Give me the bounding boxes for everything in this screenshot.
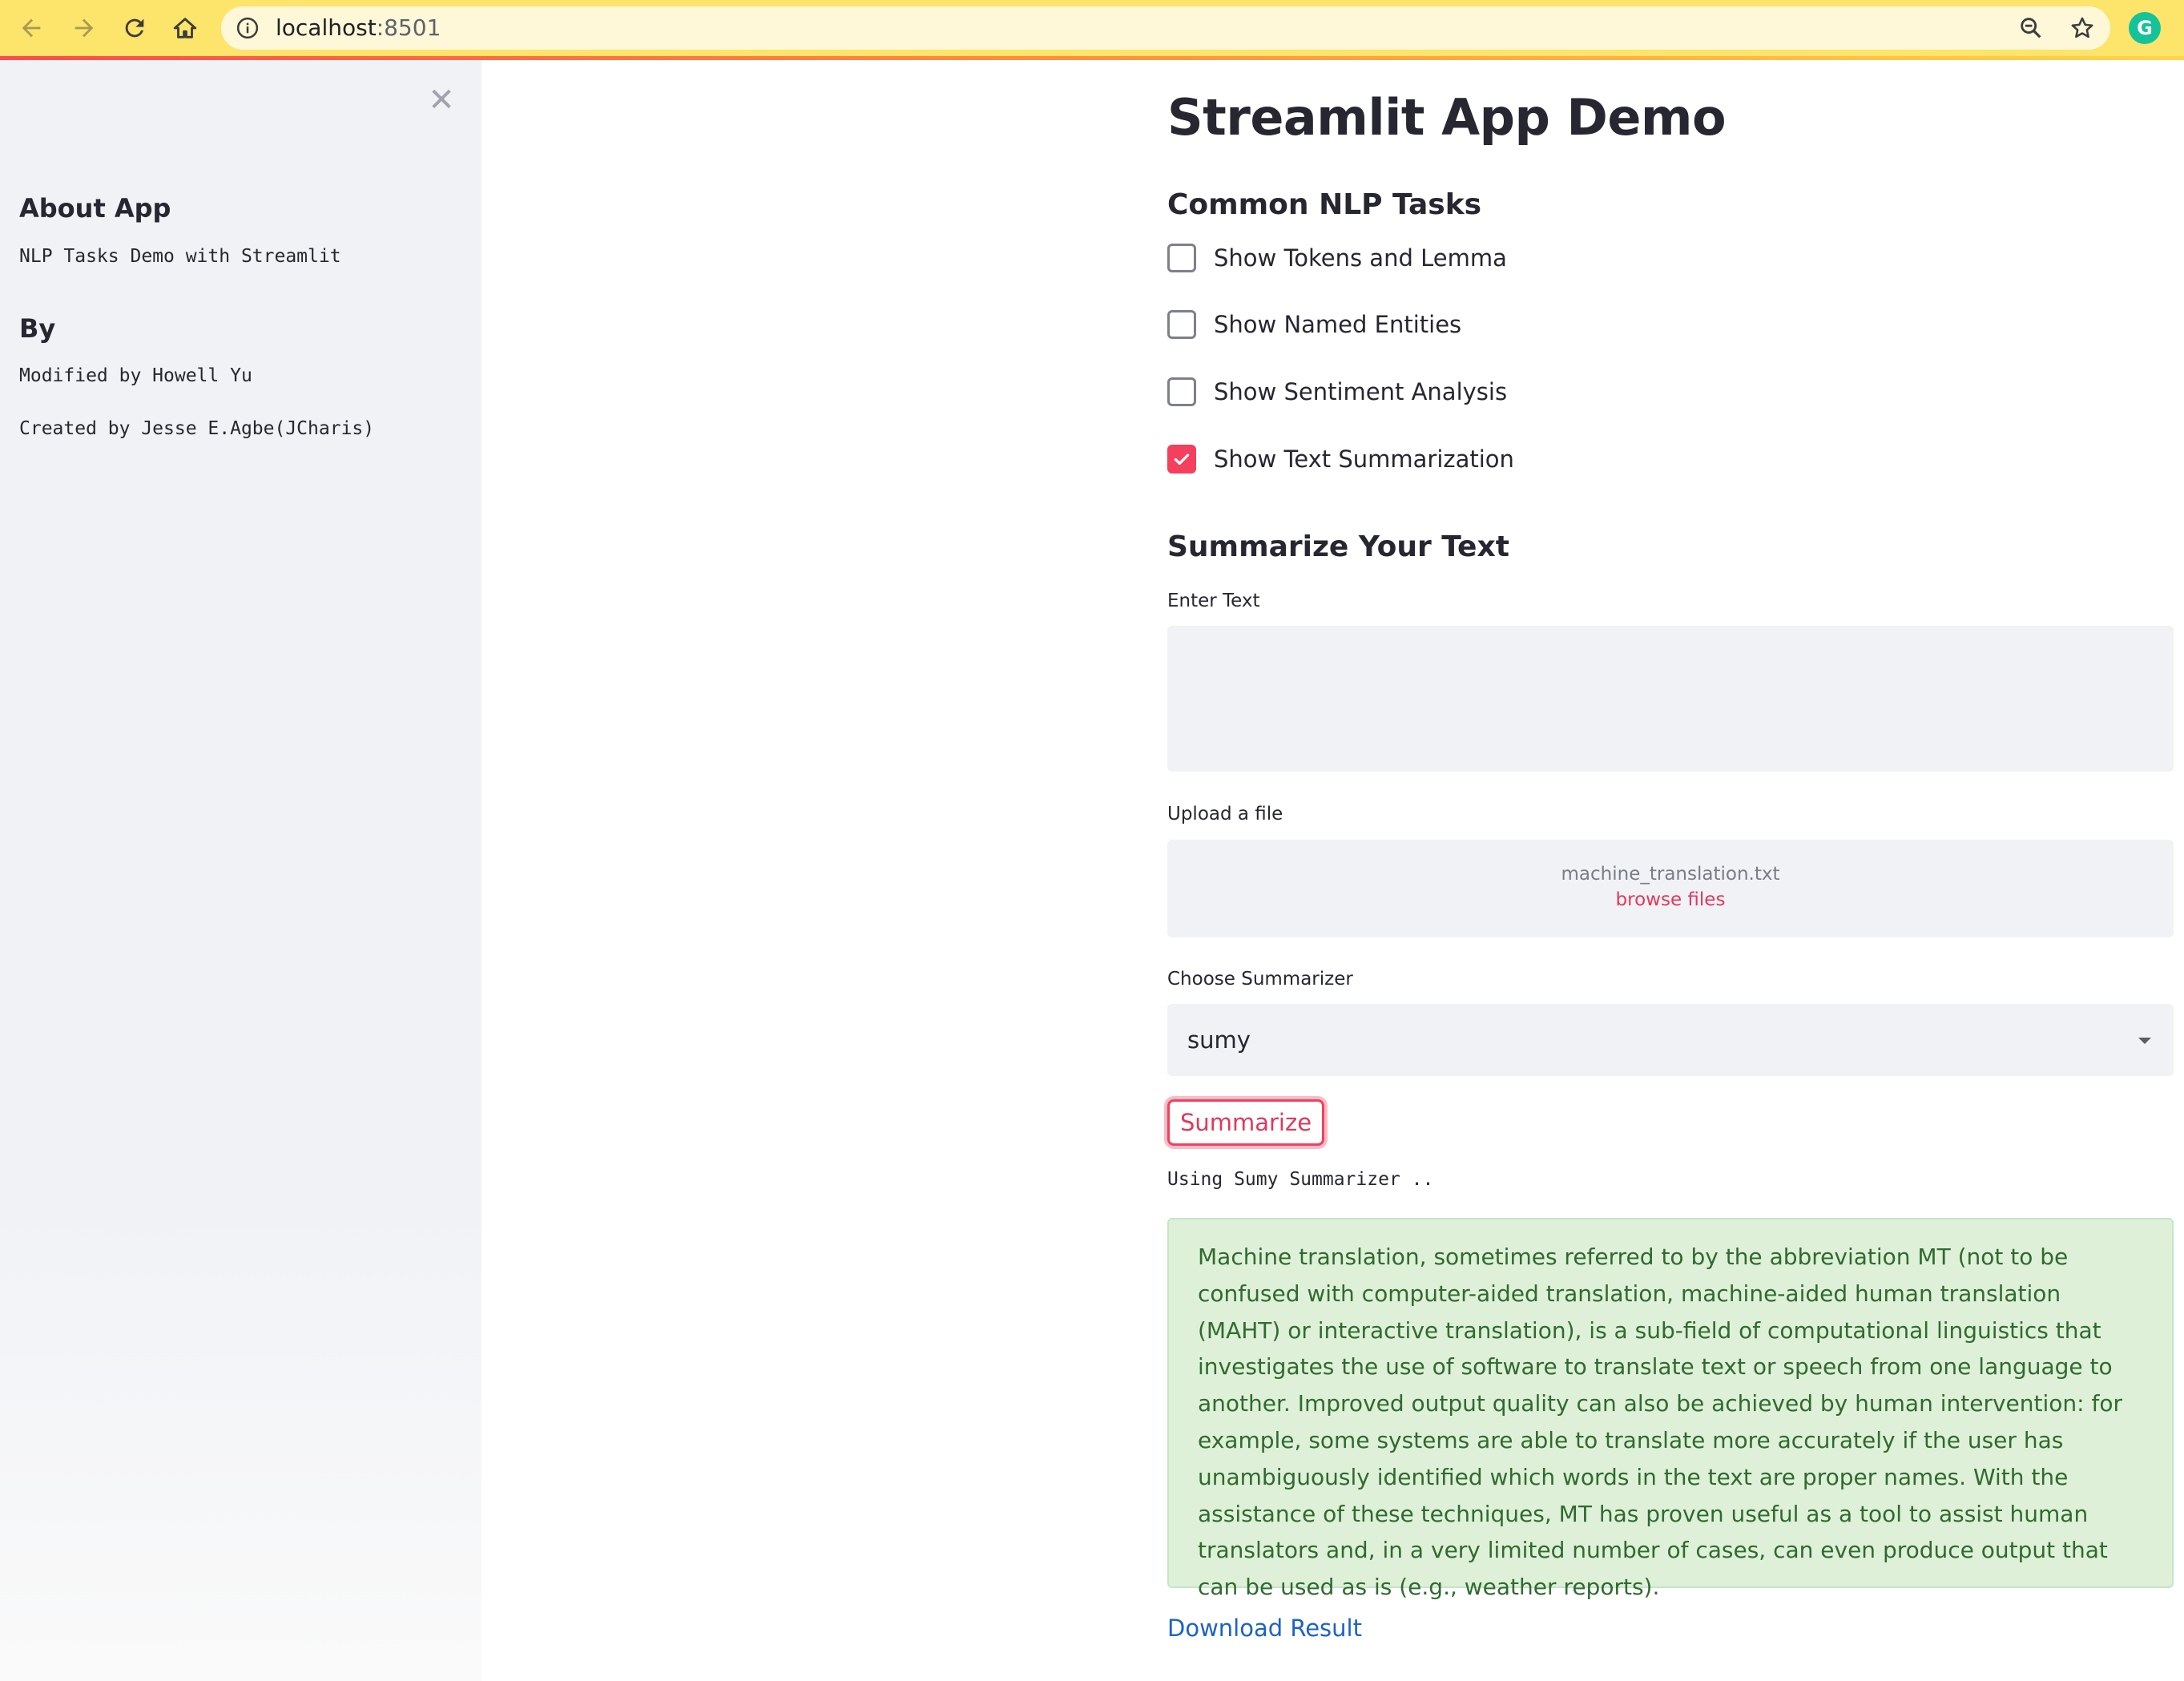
back-arrow-icon[interactable]	[11, 8, 51, 48]
about-text: NLP Tasks Demo with Streamlit	[19, 246, 341, 267]
checkbox-named-entities[interactable]: Show Named Entities	[1167, 308, 1461, 341]
home-icon[interactable]	[165, 8, 205, 48]
checkbox-text-summarization[interactable]: Show Text Summarization	[1167, 443, 1514, 475]
browse-files-link[interactable]: browse files	[1167, 889, 2174, 910]
summarize-heading: Summarize Your Text	[1167, 530, 1509, 563]
grammarly-extension-icon[interactable]: G	[2129, 12, 2161, 44]
created-by-text: Created by Jesse E.Agbe(JCharis)	[19, 418, 375, 439]
by-heading: By	[19, 313, 56, 344]
address-bar[interactable]: localhost:8501	[221, 6, 2110, 50]
forward-arrow-icon[interactable]	[64, 8, 104, 48]
info-icon[interactable]	[236, 16, 260, 40]
summarize-button[interactable]: Summarize	[1167, 1099, 1324, 1146]
sidebar: ✕ About App NLP Tasks Demo with Streamli…	[0, 60, 482, 1681]
checkbox-label[interactable]: Show Text Summarization	[1214, 445, 1514, 473]
page-title: Streamlit App Demo	[1167, 88, 1727, 147]
bookmark-star-icon[interactable]	[2069, 14, 2096, 42]
status-text: Using Sumy Summarizer ..	[1167, 1169, 1434, 1190]
checkbox-sentiment-analysis[interactable]: Show Sentiment Analysis	[1167, 376, 1507, 408]
checkbox-tokens-lemma[interactable]: Show Tokens and Lemma	[1167, 242, 1507, 274]
upload-label: Upload a file	[1167, 804, 1283, 824]
chevron-down-icon[interactable]	[2138, 1038, 2151, 1044]
summary-result-box: Machine translation, sometimes referred …	[1167, 1218, 2174, 1600]
checkbox-label[interactable]: Show Sentiment Analysis	[1214, 378, 1507, 405]
checkbox-box[interactable]	[1167, 244, 1196, 272]
tasks-heading: Common NLP Tasks	[1167, 188, 1482, 221]
about-heading: About App	[19, 193, 171, 224]
summarizer-select[interactable]: sumy	[1167, 1004, 2174, 1076]
url-text[interactable]: localhost:8501	[276, 6, 441, 50]
enter-text-label: Enter Text	[1167, 591, 1260, 611]
checkmark-icon	[1174, 454, 1190, 466]
uploaded-filename: machine_translation.txt	[1561, 864, 1780, 885]
file-uploader[interactable]: machine_translation.txt browse files	[1167, 840, 2174, 937]
browser-toolbar: localhost:8501 G	[0, 0, 2184, 56]
checkbox-box[interactable]	[1167, 377, 1196, 406]
download-result-link[interactable]: Download Result	[1167, 1614, 1362, 1642]
enter-text-area[interactable]	[1167, 626, 2174, 772]
zoom-icon[interactable]	[2017, 14, 2045, 42]
summarizer-label: Choose Summarizer	[1167, 969, 1353, 990]
checkbox-label[interactable]: Show Named Entities	[1214, 311, 1461, 338]
checkbox-box-checked[interactable]	[1167, 445, 1196, 474]
modified-by-text: Modified by Howell Yu	[19, 365, 252, 386]
close-sidebar-icon[interactable]: ✕	[425, 84, 457, 116]
checkbox-label[interactable]: Show Tokens and Lemma	[1214, 244, 1507, 272]
checkbox-box[interactable]	[1167, 310, 1196, 339]
summarizer-selected-value[interactable]: sumy	[1187, 1004, 1251, 1076]
reload-icon[interactable]	[115, 8, 155, 48]
